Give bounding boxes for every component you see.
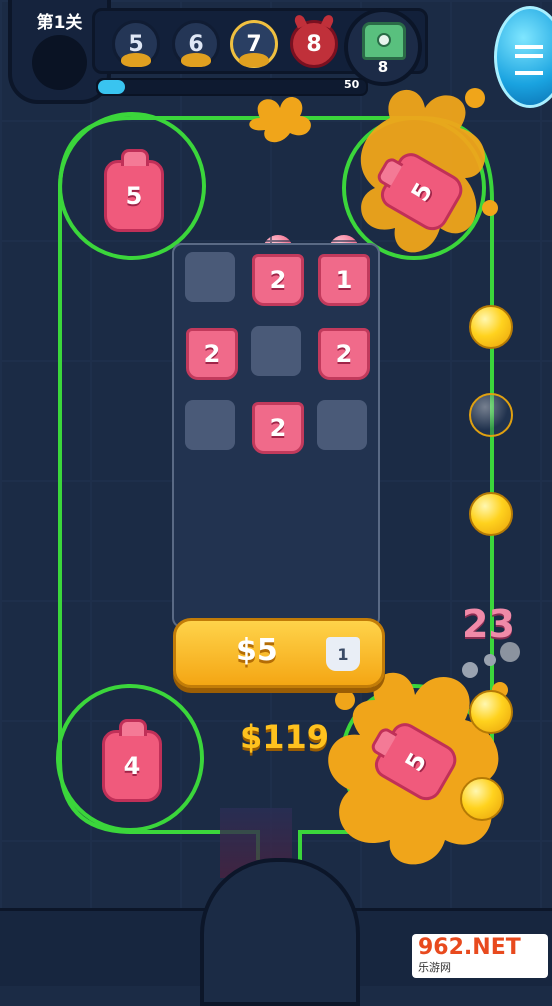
grid-cup[interactable]: 2 bbox=[252, 383, 304, 454]
money-counter: $119 bbox=[240, 718, 330, 756]
level-portrait-slot bbox=[32, 35, 87, 90]
ball bbox=[469, 690, 513, 734]
grid-cell-empty[interactable] bbox=[317, 400, 367, 450]
menu-icon bbox=[515, 45, 543, 75]
stage-7-current: 7 bbox=[230, 20, 278, 68]
cup-level: 2 bbox=[269, 266, 287, 294]
buy-cup-button[interactable]: $5 1 bbox=[173, 618, 385, 688]
cup-icon: 1 bbox=[326, 623, 360, 671]
cup-level: 2 bbox=[335, 340, 353, 368]
chest-button[interactable]: 8 bbox=[344, 8, 422, 86]
ball-empty bbox=[469, 393, 513, 437]
grid-cell-empty[interactable] bbox=[185, 252, 235, 302]
ball bbox=[469, 305, 513, 349]
progress-fill bbox=[98, 80, 125, 94]
watermark-logo: 962.NET 乐游网 bbox=[412, 934, 548, 978]
paint-splat-icon bbox=[249, 96, 311, 143]
floating-damage-number: 23 bbox=[462, 602, 515, 646]
cup-level: 2 bbox=[269, 414, 287, 442]
chest-count: 8 bbox=[377, 58, 389, 76]
grid-cup[interactable]: 2 bbox=[318, 309, 370, 380]
cup-level: 2 bbox=[203, 340, 221, 368]
progress-label: 50 bbox=[344, 78, 360, 91]
progress-bar bbox=[96, 78, 368, 96]
bottom-arch bbox=[200, 858, 360, 1006]
grid-cup[interactable]: 2 bbox=[186, 309, 238, 380]
grid-cell-empty[interactable] bbox=[185, 400, 235, 450]
stage-6: 6 bbox=[172, 20, 220, 68]
stage-5: 5 bbox=[112, 20, 160, 68]
chest-icon bbox=[362, 22, 406, 60]
stage-8-boss: 8 bbox=[290, 20, 338, 68]
machine-top-left[interactable]: 5 bbox=[104, 149, 164, 232]
buy-price: $5 bbox=[236, 633, 278, 668]
ball bbox=[460, 777, 504, 821]
grid-cup[interactable]: 1 bbox=[318, 235, 370, 306]
grid-cell-empty[interactable] bbox=[251, 326, 301, 376]
ball bbox=[469, 492, 513, 536]
cup-level: 1 bbox=[335, 266, 353, 294]
grid-cup[interactable]: 2 bbox=[252, 235, 304, 306]
machine-bottom-left[interactable]: 4 bbox=[102, 719, 162, 802]
